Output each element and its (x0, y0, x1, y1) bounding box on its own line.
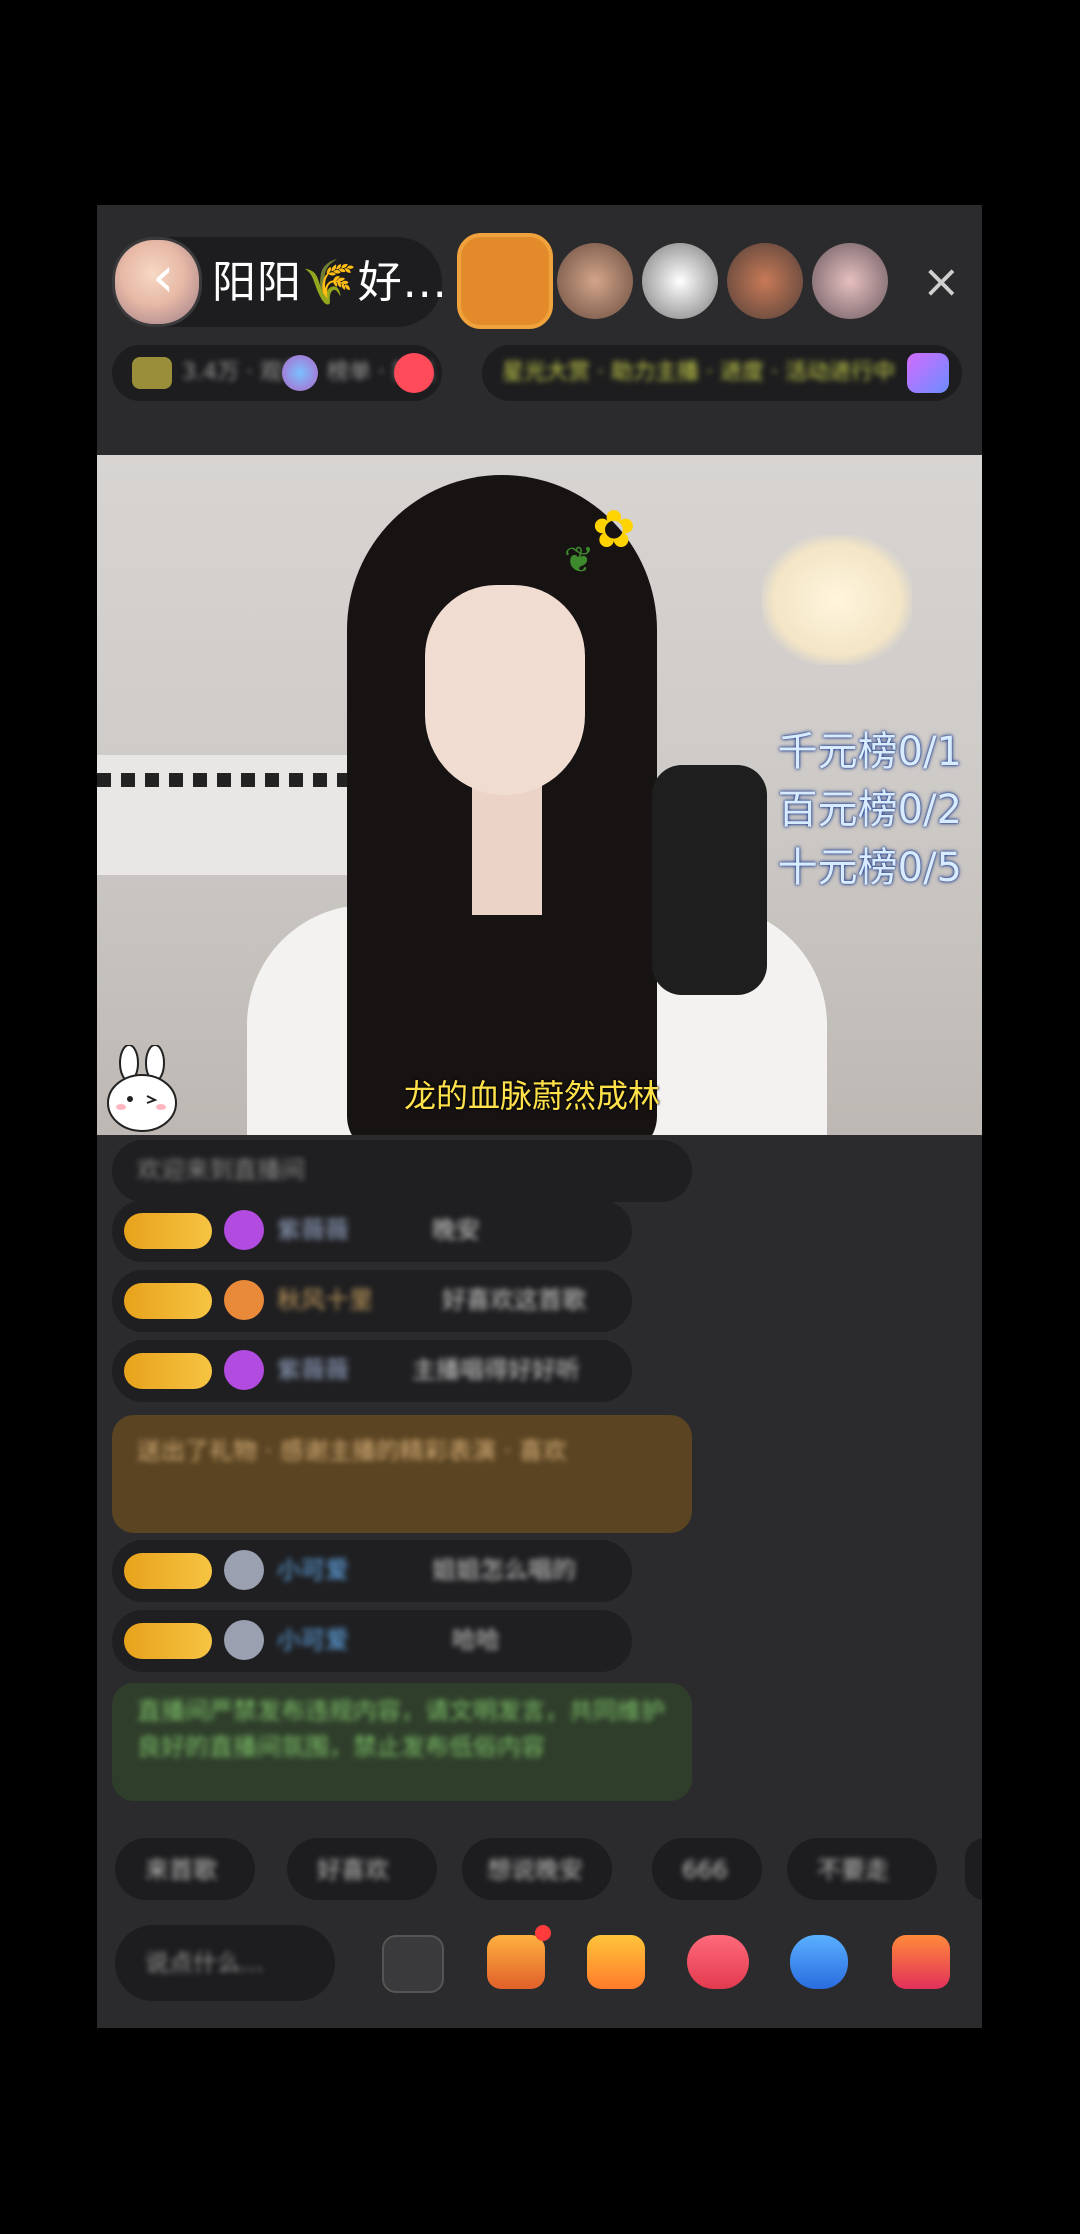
close-icon[interactable]: × (922, 253, 961, 309)
live-video[interactable]: ❦ ✿ 千元榜0/1 百元榜0/2 十元榜0/5 龙的血脉蔚然成林 (97, 455, 982, 1135)
chevron-left-icon[interactable]: ‹ (152, 243, 174, 313)
chat-user[interactable]: 紫薇薇 (277, 1354, 349, 1386)
chat-user[interactable]: 小可爱 (277, 1624, 349, 1656)
system-rules-text: 直播间严禁发布违规内容，请文明发言，共同维护良好的直播间氛围，禁止发布低俗内容 (137, 1697, 665, 1761)
host-name[interactable]: 阳阳🌾好... (212, 255, 448, 311)
avatar (224, 1550, 264, 1590)
chat-text: 晚安 (432, 1216, 480, 1244)
chat-message[interactable]: 紫薇薇 晚安 (112, 1200, 632, 1262)
quick-chip-label: 来首歌 (145, 1856, 217, 1884)
streamer-face (425, 585, 585, 795)
quick-chip-label: 不要走 (817, 1856, 889, 1884)
quick-chip[interactable]: 好喜欢 (287, 1838, 437, 1900)
gift-message[interactable]: 送出了礼物 · 感谢主播的精彩表演 · 喜欢 (112, 1415, 692, 1533)
diamond-icon (224, 1350, 264, 1390)
rank-overlay: 千元榜0/1 百元榜0/2 十元榜0/5 (778, 723, 962, 897)
heart-icon (394, 353, 434, 393)
event-banner-pill[interactable]: 星光大赏 · 助力主播 · 进度 · 活动进行中 (482, 345, 962, 401)
streamer-neck (472, 785, 542, 915)
quick-chip[interactable]: 不要走 (787, 1838, 937, 1900)
gift-message-text: 送出了礼物 · 感谢主播的精彩表演 · 喜欢 (137, 1437, 567, 1465)
system-notice: 欢迎来到直播间 (112, 1140, 692, 1202)
quick-chip-label: 666 (682, 1856, 728, 1884)
chat-message[interactable]: 紫薇薇 主播唱得好好听 (112, 1340, 632, 1402)
rank-icon (282, 355, 318, 391)
quick-chip[interactable]: 来首歌 (115, 1838, 255, 1900)
chat-message[interactable]: 秋风十里 好喜欢这首歌 (112, 1270, 632, 1332)
audience-avatar[interactable] (727, 243, 803, 319)
fire-icon (132, 357, 172, 389)
quick-reply-chips: 来首歌 好喜欢 想说晚安 666 不要走 (97, 1830, 982, 1910)
chat-input[interactable]: 说点什么... (115, 1925, 335, 2001)
chat-user[interactable]: 小可爱 (277, 1554, 349, 1586)
quick-chip[interactable]: 666 (652, 1838, 762, 1900)
host-info-pill[interactable]: ‹ 阳阳🌾好... (112, 237, 447, 327)
piano-keys (97, 773, 377, 787)
lyric-subtitle: 龙的血脉蔚然成林 (404, 1077, 661, 1115)
flower-icon: ✿ (592, 500, 636, 560)
rank-line-thousand: 千元榜0/1 (777, 729, 962, 775)
diamond-icon (224, 1210, 264, 1250)
rank-line-ten: 十元榜0/5 (777, 845, 962, 891)
live-header: ‹ 阳阳🌾好... × 3.4万 · 观看 榜单 · 排名 星光大赏 · 助力主… (97, 205, 982, 445)
live-stream-app: ‹ 阳阳🌾好... × 3.4万 · 观看 榜单 · 排名 星光大赏 · 助力主… (97, 205, 982, 2028)
notification-dot (535, 1925, 551, 1941)
fan-badge (124, 1213, 212, 1249)
fan-badge (124, 1353, 212, 1389)
quick-chip-label: 想说晚安 (487, 1856, 583, 1884)
audience-avatar[interactable] (642, 243, 718, 319)
chat-user[interactable]: 秋风十里 (277, 1284, 373, 1316)
event-icon (907, 353, 949, 393)
microphone (652, 765, 767, 995)
red-packet-icon[interactable] (587, 1935, 645, 1989)
chat-user[interactable]: 紫薇薇 (277, 1214, 349, 1246)
event-banner-text: 星光大赏 · 助力主播 · 进度 · 活动进行中 (502, 360, 895, 385)
chat-message[interactable]: 小可爱 姐姐怎么唱的 (112, 1540, 632, 1602)
fan-badge (124, 1623, 212, 1659)
game-icon[interactable] (790, 1935, 848, 1989)
viewer-count-pill[interactable]: 3.4万 · 观看 榜单 · 排名 (112, 345, 442, 401)
fan-badge (124, 1283, 212, 1319)
rank-line-hundred: 百元榜0/2 (777, 787, 962, 833)
audience-avatar[interactable] (557, 243, 633, 319)
audience-avatar[interactable] (812, 243, 888, 319)
chat-text: 哈哈 (452, 1626, 500, 1654)
chat-text: 好喜欢这首歌 (442, 1286, 586, 1314)
heart-gift-icon[interactable] (687, 1935, 749, 1989)
chat-text: 主播唱得好好听 (412, 1356, 580, 1384)
quick-chip[interactable]: 想说晚安 (462, 1838, 612, 1900)
avatar (224, 1620, 264, 1660)
system-notice-text: 欢迎来到直播间 (137, 1156, 305, 1184)
gift-box-icon[interactable] (487, 1935, 545, 1989)
quick-chip[interactable] (965, 1838, 982, 1900)
more-icon[interactable] (382, 1935, 444, 1993)
audience-avatar[interactable] (457, 233, 553, 329)
bottom-bar: 说点什么... (97, 1915, 982, 2015)
shop-icon[interactable] (892, 1935, 950, 1989)
bunny-sticker-icon[interactable] (97, 1045, 189, 1137)
chat-message[interactable]: 小可爱 哈哈 (112, 1610, 632, 1672)
leaf-icon: ❦ (564, 540, 595, 581)
chat-input-placeholder: 说点什么... (145, 1949, 264, 1977)
chat-text: 姐姐怎么唱的 (432, 1556, 576, 1584)
lamp-background (762, 535, 912, 665)
quick-chip-label: 好喜欢 (317, 1856, 389, 1884)
fan-badge (124, 1553, 212, 1589)
badge-icon (224, 1280, 264, 1320)
system-rules-message: 直播间严禁发布违规内容，请文明发言，共同维护良好的直播间氛围，禁止发布低俗内容 (112, 1683, 692, 1801)
